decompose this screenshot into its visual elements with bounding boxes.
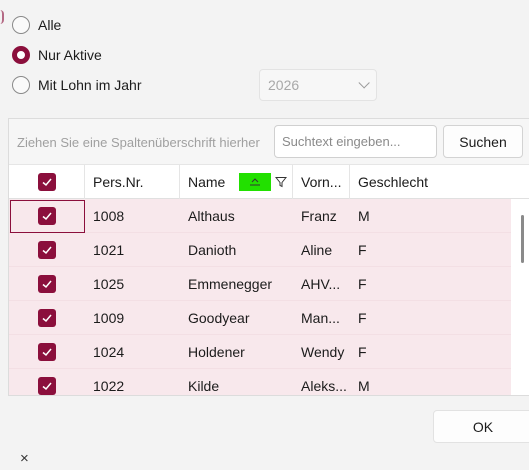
filter-icon[interactable]: [275, 176, 288, 188]
cell-name[interactable]: Holdener: [180, 335, 293, 369]
row-checkbox-cell[interactable]: [9, 335, 85, 369]
cell-geschlecht[interactable]: F: [350, 267, 510, 301]
cell-geschlecht[interactable]: F: [350, 233, 510, 267]
table-row[interactable]: 1009 Goodyear Man... F: [9, 301, 519, 335]
column-header-name[interactable]: Name: [180, 165, 293, 199]
check-icon: [42, 348, 52, 357]
radio-label: Alle: [38, 17, 62, 33]
column-header-label: Geschlecht: [358, 174, 429, 190]
cell-vorname[interactable]: Aline: [293, 233, 350, 267]
row-checkbox[interactable]: [38, 275, 56, 293]
column-header-label: Name: [188, 174, 226, 190]
search-input[interactable]: [274, 125, 437, 158]
radio-label: Mit Lohn im Jahr: [38, 77, 142, 93]
grid-header: Pers.Nr. Name Vorn... Geschlecht: [9, 165, 529, 199]
cell-vorname[interactable]: Man...: [293, 301, 350, 335]
cell-vorname[interactable]: Franz: [293, 199, 350, 233]
check-icon: [42, 178, 52, 187]
radio-option-mit-lohn[interactable]: Mit Lohn im Jahr: [12, 74, 141, 96]
row-checkbox[interactable]: [38, 309, 56, 327]
cell-name[interactable]: Althaus: [180, 199, 293, 233]
sort-ascending-icon[interactable]: [239, 173, 272, 191]
cell-geschlecht[interactable]: M: [350, 369, 510, 395]
row-checkbox-cell[interactable]: [9, 369, 85, 395]
group-panel[interactable]: Ziehen Sie eine Spaltenüberschrift hierh…: [9, 119, 529, 165]
row-checkbox-cell[interactable]: [9, 233, 85, 267]
cell-persnr[interactable]: 1022: [85, 369, 180, 395]
scrollbar-thumb[interactable]: [521, 215, 524, 263]
cell-persnr[interactable]: 1021: [85, 233, 180, 267]
table-row[interactable]: 1024 Holdener Wendy F: [9, 335, 519, 369]
cell-persnr[interactable]: 1008: [85, 199, 180, 233]
ok-button[interactable]: OK: [433, 410, 529, 443]
cell-persnr[interactable]: 1024: [85, 335, 180, 369]
check-icon: [42, 246, 52, 255]
chevron-down-icon: [358, 77, 370, 89]
radio-button[interactable]: [12, 76, 30, 94]
radio-label: Nur Aktive: [38, 47, 102, 63]
table-row[interactable]: 1025 Emmenegger AHV... F: [9, 267, 519, 301]
search-button[interactable]: Suchen: [443, 125, 523, 158]
check-icon: [42, 382, 52, 391]
cell-persnr[interactable]: 1025: [85, 267, 180, 301]
cell-name[interactable]: Emmenegger: [180, 267, 293, 301]
table-row[interactable]: 1008 Althaus Franz M: [9, 199, 519, 233]
cell-geschlecht[interactable]: F: [350, 335, 510, 369]
select-all-checkbox[interactable]: [37, 173, 56, 191]
cell-persnr[interactable]: 1009: [85, 301, 180, 335]
check-icon: [42, 280, 52, 289]
row-checkbox-cell[interactable]: [9, 267, 85, 301]
row-checkbox[interactable]: [38, 377, 56, 395]
cell-name[interactable]: Kilde: [180, 369, 293, 395]
radio-button-selected[interactable]: [12, 46, 30, 64]
cell-geschlecht[interactable]: F: [350, 301, 510, 335]
group-panel-hint: Ziehen Sie eine Spaltenüberschrift hierh…: [17, 135, 260, 150]
cell-name[interactable]: Goodyear: [180, 301, 293, 335]
select-all-checkbox-cell[interactable]: [9, 165, 85, 199]
column-header-geschlecht[interactable]: Geschlecht: [350, 165, 514, 199]
cell-vorname[interactable]: Wendy: [293, 335, 350, 369]
column-header-label: Vorn...: [301, 174, 342, 190]
vertical-scrollbar[interactable]: [511, 199, 529, 395]
employee-grid: Ziehen Sie eine Spaltenüberschrift hierh…: [8, 118, 529, 396]
cell-name[interactable]: Danioth: [180, 233, 293, 267]
edge-accent-mark: [0, 10, 4, 24]
radio-button[interactable]: [12, 16, 30, 34]
row-checkbox[interactable]: [38, 343, 56, 361]
focused-cell-border: [10, 200, 85, 233]
check-icon: [42, 314, 52, 323]
table-row[interactable]: 1021 Danioth Aline F: [9, 233, 519, 267]
close-icon[interactable]: ×: [20, 450, 29, 467]
cell-geschlecht[interactable]: M: [350, 199, 510, 233]
column-header-vorname[interactable]: Vorn...: [293, 165, 350, 199]
cell-vorname[interactable]: Aleks...: [293, 369, 350, 395]
radio-option-alle[interactable]: Alle: [12, 14, 61, 36]
cell-vorname[interactable]: AHV...: [293, 267, 350, 301]
radio-option-nur-aktive[interactable]: Nur Aktive: [12, 44, 102, 66]
year-select-value: 2026: [268, 77, 300, 93]
table-row[interactable]: 1022 Kilde Aleks... M: [9, 369, 519, 395]
year-select[interactable]: 2026: [259, 69, 377, 101]
row-checkbox-cell[interactable]: [9, 301, 85, 335]
column-header-persnr[interactable]: Pers.Nr.: [85, 165, 180, 199]
column-header-label: Pers.Nr.: [93, 174, 144, 190]
row-checkbox[interactable]: [38, 241, 56, 259]
